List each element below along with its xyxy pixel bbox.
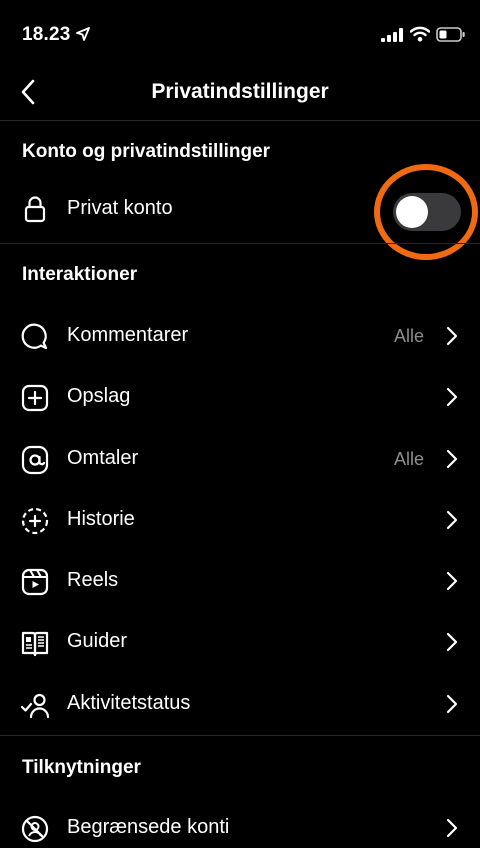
add-post-icon: [21, 384, 49, 412]
section-header-interactions: Interaktioner: [22, 264, 138, 285]
chevron-right-icon: [446, 694, 458, 714]
menu-row-label: Historie: [67, 508, 135, 530]
chevron-right-icon: [446, 818, 458, 838]
section-header-connections: Tilknytninger: [22, 757, 141, 778]
guide-icon: [21, 631, 49, 657]
menu-row-value: Alle: [393, 326, 424, 346]
highlight-circle: [374, 164, 478, 260]
chevron-right-icon: [446, 510, 458, 530]
menu-row-story[interactable]: Historie: [0, 492, 480, 548]
divider: [0, 120, 480, 121]
private-account-label: Privat konto: [67, 197, 173, 219]
wifi-icon: [410, 26, 430, 42]
story-icon: [21, 507, 49, 535]
navigation-bar: Privatindstillinger: [0, 70, 480, 120]
menu-row-value: Alle: [393, 449, 424, 469]
menu-row-comments[interactable]: Kommentarer Alle: [0, 308, 480, 364]
menu-row-label: Reels: [67, 569, 119, 591]
lock-icon: [24, 196, 46, 223]
activity-status-icon: [20, 693, 50, 719]
battery-icon: [436, 27, 465, 42]
chevron-right-icon: [446, 632, 458, 652]
menu-row-label: Kommentarer: [67, 324, 189, 346]
chevron-right-icon: [446, 326, 458, 346]
menu-row-posts[interactable]: Opslag: [0, 369, 480, 425]
menu-row-label: Begrænsede konti: [67, 816, 230, 838]
menu-row-label: Opslag: [67, 385, 131, 407]
divider: [0, 243, 480, 244]
menu-row-label: Guider: [67, 630, 128, 652]
chevron-right-icon: [446, 387, 458, 407]
comment-icon: [21, 323, 48, 350]
chevron-right-icon: [446, 449, 458, 469]
section-header-account: Konto og privatindstillinger: [22, 141, 271, 162]
menu-row-restricted-accounts[interactable]: Begrænsede konti: [0, 800, 480, 848]
menu-row-mentions[interactable]: Omtaler Alle: [0, 431, 480, 487]
menu-row-activity-status[interactable]: Aktivitetstatus: [0, 676, 480, 732]
at-icon: [21, 445, 49, 475]
page-title: Privatindstillinger: [151, 80, 329, 103]
location-arrow-icon: [76, 27, 90, 41]
cellular-signal-icon: [381, 28, 403, 42]
reels-icon: [21, 568, 49, 596]
menu-row-guides[interactable]: Guider: [0, 614, 480, 670]
status-bar: 18.23: [0, 0, 480, 70]
status-time: 18.23: [22, 24, 71, 45]
menu-row-label: Aktivitetstatus: [67, 692, 191, 714]
menu-row-label: Omtaler: [67, 447, 139, 469]
divider: [0, 735, 480, 736]
restricted-icon: [21, 815, 49, 843]
menu-row-reels[interactable]: Reels: [0, 553, 480, 609]
chevron-right-icon: [446, 571, 458, 591]
